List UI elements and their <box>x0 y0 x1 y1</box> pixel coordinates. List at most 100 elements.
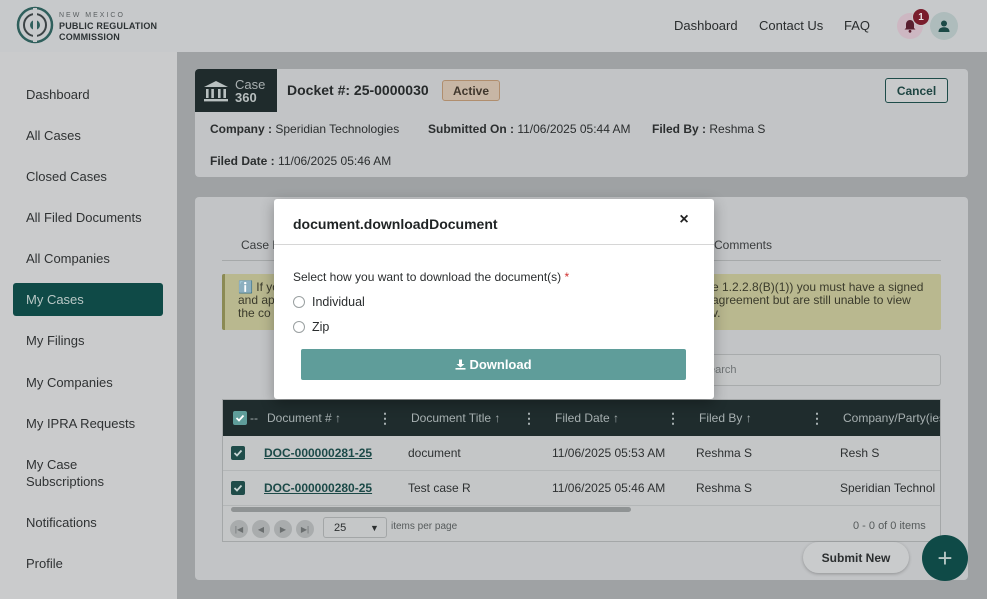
table-header: -- Document # ↑ ⋮ Document Title ↑ ⋮ Fil… <box>223 400 940 436</box>
notice-left-line3: the co <box>238 306 271 320</box>
company-party: Resh S <box>840 446 880 460</box>
logo-icon[interactable] <box>16 6 54 44</box>
column-header-filed-date[interactable]: Filed Date ↑ <box>555 411 619 425</box>
sidebar-item-my-cases[interactable]: My Cases <box>13 283 163 316</box>
horizontal-scrollbar[interactable] <box>223 505 940 513</box>
radio-individual[interactable] <box>293 296 305 308</box>
document-link[interactable]: DOC-000000280-25 <box>264 481 372 495</box>
sidebar-item-all-filed-documents[interactable]: All Filed Documents <box>13 201 163 234</box>
sort-arrow-icon[interactable]: ↑ <box>335 411 341 425</box>
table-row[interactable]: DOC-000000280-25 Test case R 11/06/2025 … <box>223 471 940 506</box>
document-link[interactable]: DOC-000000281-25 <box>264 446 372 460</box>
check-icon <box>233 484 243 492</box>
sidebar-item-notifications[interactable]: Notifications <box>13 506 163 539</box>
sidebar-item-profile[interactable]: Profile <box>13 547 163 580</box>
column-menu-icon[interactable]: ⋮ <box>378 410 392 427</box>
company-label: Company : <box>210 122 273 136</box>
sidebar-item-all-companies[interactable]: All Companies <box>13 242 163 275</box>
top-header: NEW MEXICO PUBLIC REGULATION COMMISSION … <box>0 0 987 52</box>
download-label: Download <box>469 357 532 372</box>
nav-contact-us[interactable]: Contact Us <box>759 18 823 33</box>
table-row[interactable]: DOC-000000281-25 document 11/06/2025 05:… <box>223 436 940 471</box>
submitted-meta: Submitted On : 11/06/2025 05:44 AM <box>428 122 631 136</box>
column-label: Document # <box>267 411 332 425</box>
logo-small-text: NEW MEXICO <box>59 12 125 19</box>
nav-dashboard[interactable]: Dashboard <box>674 18 738 33</box>
filed-by-value: Reshma S <box>709 122 766 136</box>
column-header-document-number[interactable]: Document # ↑ <box>267 411 341 425</box>
logo-line2: COMMISSION <box>59 32 121 42</box>
cancel-button[interactable]: Cancel <box>885 78 948 103</box>
company-meta: Company : Speridian Technologies <box>210 122 399 136</box>
first-page-icon[interactable]: |◀ <box>230 520 248 538</box>
filed-by: Reshma S <box>696 446 753 460</box>
column-menu-icon[interactable]: ⋮ <box>666 410 680 427</box>
download-document-modal: document.downloadDocument × Select how y… <box>274 199 714 399</box>
column-label: Filed By <box>699 411 743 425</box>
filed-date-meta: Filed Date : 11/06/2025 05:46 AM <box>210 154 391 168</box>
close-icon[interactable]: × <box>676 212 692 228</box>
prev-page-icon[interactable]: ◀ <box>252 520 270 538</box>
column-header-filed-by[interactable]: Filed By ↑ <box>699 411 752 425</box>
user-avatar-button[interactable] <box>930 12 958 40</box>
sidebar-item-my-filings[interactable]: My Filings <box>13 324 163 357</box>
column-label: Document Title <box>411 411 492 425</box>
sidebar-item-my-companies[interactable]: My Companies <box>13 366 163 399</box>
filed-date-label: Filed Date : <box>210 154 275 168</box>
filed-by: Reshma S <box>696 481 753 495</box>
sidebar-item-closed-cases[interactable]: Closed Cases <box>13 160 163 193</box>
filed-by-label: Filed By : <box>652 122 707 136</box>
status-badge: Active <box>442 80 501 101</box>
nav-faq[interactable]: FAQ <box>844 18 870 33</box>
notification-badge: 1 <box>912 8 930 26</box>
select-all-menu[interactable]: -- <box>250 411 258 425</box>
radio-zip[interactable] <box>293 321 305 333</box>
logo-line1: PUBLIC REGULATION <box>59 21 158 31</box>
sort-arrow-icon[interactable]: ↑ <box>613 411 619 425</box>
logo-text: NEW MEXICO PUBLIC REGULATION COMMISSION <box>59 10 157 43</box>
sort-arrow-icon[interactable]: ↑ <box>746 411 752 425</box>
next-page-icon[interactable]: ▶ <box>274 520 292 538</box>
pager-count: 0 - 0 of 0 items <box>853 520 926 532</box>
download-question: Select how you want to download the docu… <box>293 270 569 284</box>
sidebar-item-all-cases[interactable]: All Cases <box>13 119 163 152</box>
items-per-page-label: items per page <box>391 521 458 532</box>
row-checkbox[interactable] <box>231 481 245 495</box>
row-checkbox[interactable] <box>231 446 245 460</box>
column-menu-icon[interactable]: ⋮ <box>522 410 536 427</box>
scrollbar-thumb[interactable] <box>231 507 631 512</box>
modal-title: document.downloadDocument <box>293 216 498 232</box>
page-size-value: 25 <box>334 521 347 534</box>
tab-comments[interactable]: Comments <box>714 238 772 252</box>
option-zip[interactable]: Zip <box>293 320 329 334</box>
column-header-company[interactable]: Company/Party(ies <box>843 411 940 425</box>
column-header-document-title[interactable]: Document Title ↑ <box>411 411 500 425</box>
submit-new-button[interactable]: Submit New <box>803 542 909 573</box>
modal-divider <box>274 244 714 245</box>
select-all-checkbox[interactable] <box>233 411 247 425</box>
sidebar-item-dashboard[interactable]: Dashboard <box>13 78 163 111</box>
add-fab-button[interactable]: + <box>922 535 968 581</box>
column-menu-icon[interactable]: ⋮ <box>810 410 824 427</box>
sidebar-item-my-ipra-requests[interactable]: My IPRA Requests <box>13 407 163 440</box>
filed-date-value: 11/06/2025 05:46 AM <box>278 154 392 168</box>
case-360-badge: Case 360 <box>195 69 277 112</box>
case-badge-line2: 360 <box>235 89 257 105</box>
submitted-label: Submitted On : <box>428 122 514 136</box>
last-page-icon[interactable]: ▶| <box>296 520 314 538</box>
pager: |◀ ◀ ▶ ▶| 25 ▼ items per page 0 - 0 of 0… <box>223 513 940 541</box>
user-icon <box>938 20 950 32</box>
search-input[interactable]: earch <box>700 354 941 386</box>
company-value: Speridian Technologies <box>275 122 400 136</box>
option-zip-label: Zip <box>312 320 330 334</box>
document-title: Test case R <box>408 481 471 495</box>
download-button[interactable]: Download <box>301 349 686 380</box>
docket-number: Docket #: 25-0000030 <box>287 82 429 98</box>
download-icon <box>455 359 466 370</box>
page-size-select[interactable]: 25 ▼ <box>323 517 387 538</box>
sort-arrow-icon[interactable]: ↑ <box>494 411 500 425</box>
chevron-down-icon: ▼ <box>370 522 379 533</box>
option-individual[interactable]: Individual <box>293 295 365 309</box>
sidebar-item-my-case-subscriptions[interactable]: My Case Subscriptions <box>13 455 133 491</box>
documents-table: -- Document # ↑ ⋮ Document Title ↑ ⋮ Fil… <box>222 399 941 542</box>
